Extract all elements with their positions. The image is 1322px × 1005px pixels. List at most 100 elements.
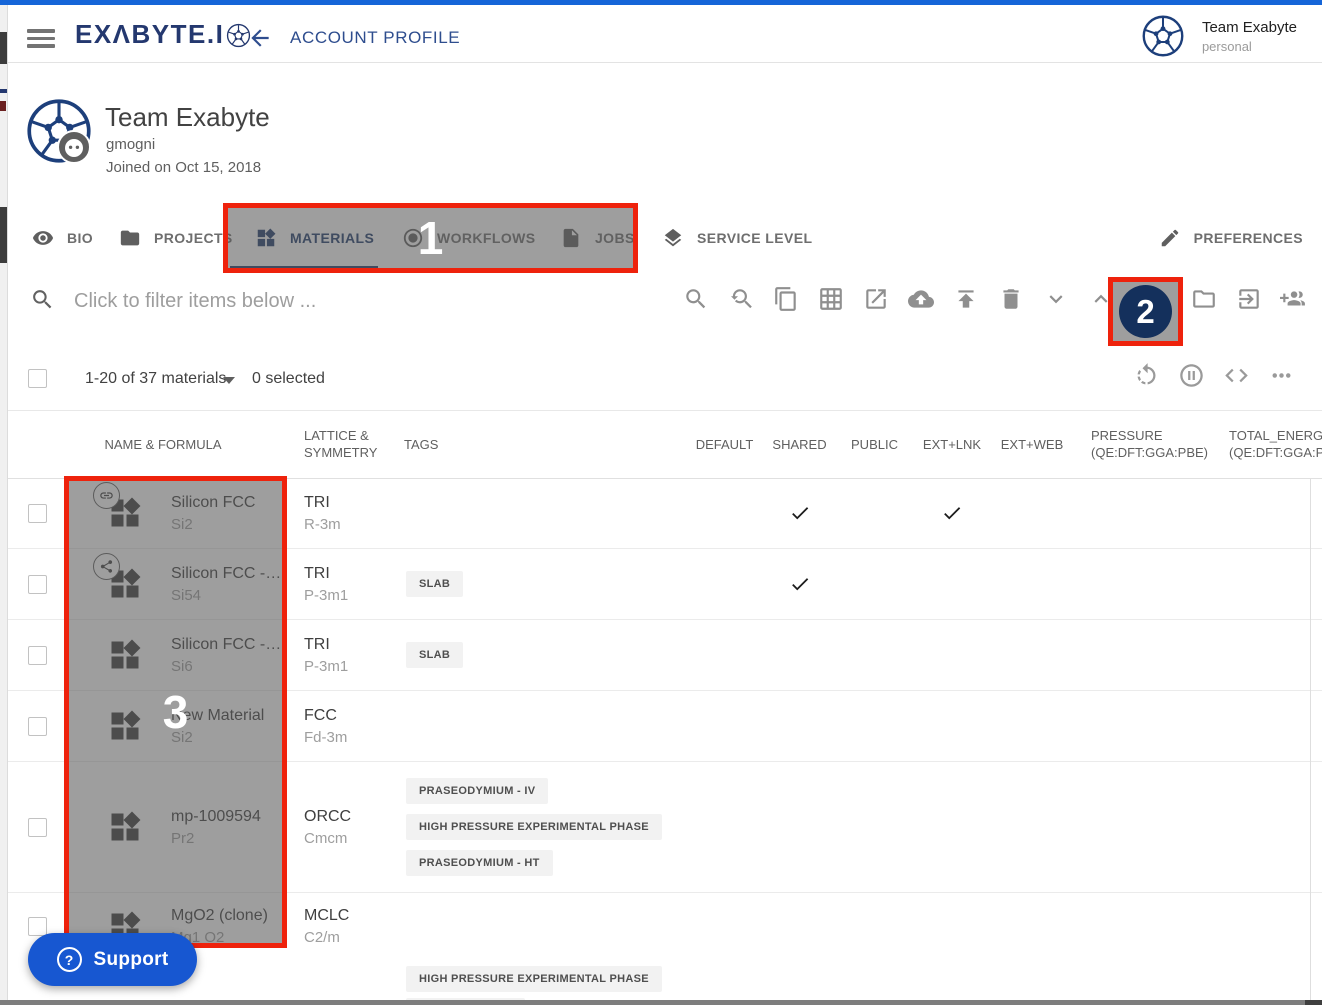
tag-chip: HIGH PRESSURE EXPERIMENTAL PHASE: [406, 966, 662, 992]
filter-input[interactable]: [72, 283, 616, 319]
row-checkbox[interactable]: [28, 646, 47, 665]
tab-label: PROJECTS: [154, 230, 233, 246]
account-profile-screen: EXΛBYTE.I ACCOUNT PROFILE Team Exabyte p…: [0, 0, 1322, 1005]
cell-ext-web: [992, 620, 1072, 690]
cell-ext-lnk: [912, 620, 992, 690]
row-checkbox[interactable]: [28, 717, 47, 736]
page-bottom-edge-dark: [1305, 1000, 1322, 1005]
header-spacer: [7, 410, 72, 478]
col-header-default[interactable]: DEFAULT: [687, 410, 762, 478]
upload-icon[interactable]: [953, 286, 979, 312]
select-all-checkbox[interactable]: [28, 369, 47, 388]
back-arrow-icon[interactable]: [247, 25, 273, 51]
tab-projects[interactable]: PROJECTS: [119, 205, 233, 270]
cell-shared: [762, 620, 837, 690]
page-bottom-edge: [0, 1000, 1322, 1005]
profile-name: Team Exabyte: [105, 102, 270, 133]
lattice-type: FCC: [304, 707, 337, 725]
row-checkbox[interactable]: [28, 575, 47, 594]
new-folder-icon[interactable]: [1191, 286, 1217, 312]
list-controls: 1-20 of 37 materials 0 selected: [7, 348, 1322, 411]
open-in-new-icon[interactable]: [863, 286, 889, 312]
cell-default: [687, 762, 762, 892]
support-label: Support: [94, 949, 169, 971]
search-icon: [30, 287, 55, 312]
col-header-pressure[interactable]: PRESSURE (QE:DFT:GGA:PBE): [1072, 410, 1212, 478]
col-header-shared[interactable]: SHARED: [762, 410, 837, 478]
support-button[interactable]: ? Support: [28, 933, 197, 986]
cell-pressure: [1072, 620, 1212, 690]
user-menu[interactable]: Team Exabyte personal: [1141, 14, 1297, 58]
col-header-public[interactable]: PUBLIC: [837, 410, 912, 478]
row-checkbox[interactable]: [28, 818, 47, 837]
import-icon[interactable]: [1236, 286, 1262, 312]
user-avatar-ball-icon: [1141, 14, 1185, 58]
tags-cell: PRASEODYMIUM - IVHIGH PRESSURE EXPERIMEN…: [402, 762, 687, 892]
pagination-count[interactable]: 1-20 of 37 materials: [85, 370, 226, 388]
cell-ext-lnk: [912, 691, 992, 761]
eye-icon: [32, 227, 54, 249]
lattice-type: ORCC: [304, 808, 351, 826]
tag-chip: SLAB: [406, 642, 463, 668]
tags-cell: SLAB: [402, 620, 687, 690]
cloud-upload-icon[interactable]: [908, 286, 934, 312]
code-icon[interactable]: [1223, 362, 1250, 389]
cell-shared: [762, 478, 837, 548]
cell-ext-lnk: [912, 478, 992, 548]
col-header-ext-lnk[interactable]: EXT+LNK: [912, 410, 992, 478]
cell-default: [687, 691, 762, 761]
tag-chip: SLAB: [406, 571, 463, 597]
cell-public: [837, 762, 912, 892]
robot-face-badge-icon: [57, 130, 91, 164]
lattice-type: TRI: [304, 565, 330, 583]
row-checkbox[interactable]: [28, 917, 47, 936]
grid-icon[interactable]: [818, 286, 844, 312]
menu-icon[interactable]: [27, 29, 55, 48]
page-size-caret-icon[interactable]: [223, 377, 235, 384]
cell-total-energy: [1212, 691, 1322, 761]
tags-cell: [402, 691, 687, 761]
col-header-name-formula[interactable]: NAME & FORMULA: [72, 410, 302, 478]
cell-public: [837, 549, 912, 619]
cell-pressure: [1072, 478, 1212, 548]
search-again-icon[interactable]: [728, 286, 754, 312]
tab-preferences[interactable]: PREFERENCES: [1159, 205, 1303, 270]
profile-tabs: BIO PROJECTS MATERIALS WORKFLOWS JOBS SE…: [7, 205, 1322, 271]
profile-header: Team Exabyte gmogni Joined on Oct 15, 20…: [7, 62, 1322, 205]
more-icon[interactable]: [1268, 362, 1295, 389]
cell-pressure: [1072, 691, 1212, 761]
trash-icon[interactable]: [998, 286, 1024, 312]
add-group-icon[interactable]: [1280, 286, 1306, 312]
col-header-total-energy[interactable]: TOTAL_ENERGY (QE:DFT:GGA:PBE): [1212, 410, 1322, 478]
copy-icon[interactable]: [773, 286, 799, 312]
tab-label: SERVICE LEVEL: [697, 230, 812, 246]
col-header-ext-web[interactable]: EXT+WEB: [992, 410, 1072, 478]
cell-ext-lnk: [912, 762, 992, 892]
page-left-edge: [0, 5, 8, 1005]
cell-ext-web: [992, 691, 1072, 761]
app-bar: EXΛBYTE.I ACCOUNT PROFILE Team Exabyte p…: [7, 5, 1322, 63]
browser-top-strip: [0, 0, 1322, 5]
cell-total-energy: [1212, 762, 1322, 892]
cell-public: [837, 893, 912, 960]
annotation-number-3: 3: [163, 685, 189, 739]
exabyte-logo[interactable]: EXΛBYTE.I: [75, 19, 251, 50]
logo-text: EXΛBYTE.I: [75, 19, 224, 50]
table-row-partial[interactable]: HIGH PRESSURE EXPERIMENTAL PHASE: [7, 955, 1322, 1005]
undo-refresh-icon[interactable]: [1133, 362, 1160, 389]
search-icon[interactable]: [683, 286, 709, 312]
row-checkbox[interactable]: [28, 504, 47, 523]
cell-total-energy: [1212, 478, 1322, 548]
cell-default: [687, 549, 762, 619]
tab-service-level[interactable]: SERVICE LEVEL: [662, 205, 812, 270]
lattice-group: Fd-3m: [304, 729, 347, 746]
chevron-down-icon[interactable]: [1043, 286, 1069, 312]
user-account-type: personal: [1202, 38, 1297, 55]
col-header-lattice-symmetry[interactable]: LATTICE & SYMMETRY: [302, 410, 402, 478]
cell-total-energy: [1212, 549, 1322, 619]
tab-bio[interactable]: BIO: [32, 205, 93, 270]
cell-pressure: [1072, 549, 1212, 619]
col-header-tags[interactable]: TAGS: [402, 410, 687, 478]
cell-public: [837, 478, 912, 548]
pause-icon[interactable]: [1178, 362, 1205, 389]
